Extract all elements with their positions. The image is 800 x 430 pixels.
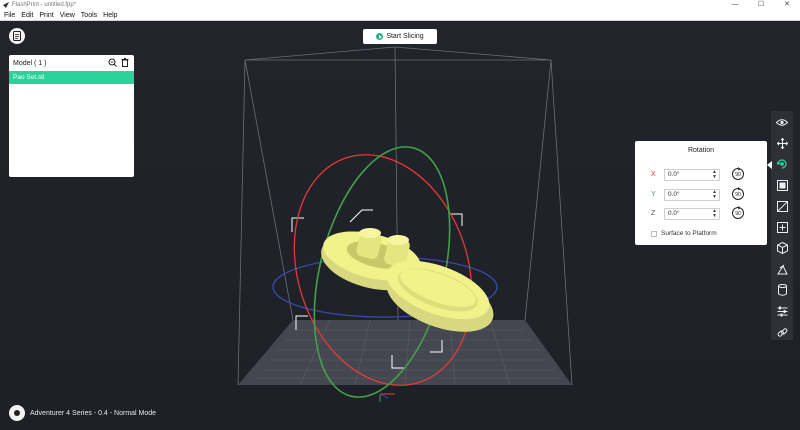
printer-icon[interactable] xyxy=(9,405,25,421)
cylinder-tool-button[interactable] xyxy=(774,282,790,298)
cube-tool-button[interactable] xyxy=(774,240,790,256)
cube-icon xyxy=(776,242,788,254)
rotate-90-x-button[interactable]: 90 xyxy=(731,167,745,181)
rotate-tool-button[interactable] xyxy=(767,156,790,172)
document-icon xyxy=(13,31,21,41)
rotation-row-x: X 0.0° ▲ ▼ 90 xyxy=(635,167,767,181)
printer-status-text: Adventurer 4 Series - 0.4 - Normal Mode xyxy=(30,409,157,417)
window-title: FlashPrint - untitled.fpp* xyxy=(12,2,77,8)
rotation-x-input[interactable]: 0.0° ▲ ▼ xyxy=(664,169,720,181)
rotation-z-input[interactable]: 0.0° ▲ ▼ xyxy=(664,208,720,220)
rotate-icon xyxy=(776,159,787,169)
play-icon xyxy=(376,33,384,40)
rotation-title: Rotation xyxy=(687,147,715,154)
menu-view[interactable]: View xyxy=(60,12,75,19)
model-list-header: Model ( 1 ) xyxy=(9,55,134,71)
axis-label-y: Y xyxy=(651,191,656,198)
axis-label-z: Z xyxy=(651,210,656,217)
spinner-icon[interactable]: ▲ ▼ xyxy=(712,209,717,219)
rotation-y-input[interactable]: 0.0° ▲ ▼ xyxy=(664,189,720,201)
surface-to-platform-checkbox[interactable] xyxy=(651,230,657,237)
svg-text:90: 90 xyxy=(735,211,741,217)
rotation-panel: Rotation X 0.0° ▲ ▼ 90 Y 0.0° ▲ ▼ 90 Z 0.0° ▲… xyxy=(635,141,767,245)
rotate-90-z-button[interactable]: 90 xyxy=(731,206,745,220)
view-tool-button[interactable] xyxy=(774,114,790,130)
origin-axes xyxy=(379,393,395,402)
link-icon xyxy=(777,327,787,337)
add-part-tool-button[interactable] xyxy=(774,219,790,235)
support-tool-button[interactable] xyxy=(774,261,790,277)
model-list-item[interactable]: Pao Set.stl xyxy=(9,71,134,84)
settings-sliders-icon xyxy=(777,306,787,316)
eye-icon xyxy=(776,118,788,126)
model-item-name: Pao Set.stl xyxy=(13,74,45,81)
close-button[interactable]: ✕ xyxy=(774,0,800,10)
cut-tool-button[interactable] xyxy=(774,198,790,214)
menu-print[interactable]: Print xyxy=(39,12,53,19)
scale-icon xyxy=(776,179,788,191)
surface-to-platform-option[interactable]: Surface to Platform xyxy=(651,230,717,237)
menu-bar: File Edit Print View Tools Help xyxy=(0,10,800,21)
start-slicing-label: Start Slicing xyxy=(386,33,424,40)
model-list-title: Model ( 1 ) xyxy=(13,59,47,67)
menu-tools[interactable]: Tools xyxy=(81,12,97,19)
maximize-button[interactable]: ☐ xyxy=(748,0,774,10)
menu-edit[interactable]: Edit xyxy=(21,12,33,19)
spinner-icon[interactable]: ▲ ▼ xyxy=(712,190,717,200)
settings-tool-button[interactable] xyxy=(774,303,790,319)
surface-to-platform-label: Surface to Platform xyxy=(661,230,717,237)
right-toolbar xyxy=(767,111,793,340)
axis-label-x: X xyxy=(651,171,656,178)
scale-tool-button[interactable] xyxy=(774,177,790,193)
spinner-icon[interactable]: ▲ ▼ xyxy=(712,170,717,180)
model-list-panel: Model ( 1 ) Pao Set.stl xyxy=(9,55,134,177)
menu-help[interactable]: Help xyxy=(103,12,117,19)
duplicate-icon[interactable] xyxy=(108,58,117,67)
menu-file[interactable]: File xyxy=(4,12,15,19)
svg-text:90: 90 xyxy=(735,172,741,178)
rotation-row-y: Y 0.0° ▲ ▼ 90 xyxy=(635,187,767,201)
app-logo-icon xyxy=(3,2,9,8)
rotation-row-z: Z 0.0° ▲ ▼ 90 xyxy=(635,206,767,220)
status-bar: Adventurer 4 Series - 0.4 - Normal Mode xyxy=(9,405,156,421)
add-part-icon xyxy=(776,221,788,233)
rotate-90-y-button[interactable]: 90 xyxy=(731,187,745,201)
minimize-button[interactable]: — xyxy=(722,0,748,10)
start-slicing-button[interactable]: Start Slicing xyxy=(363,29,437,44)
cut-icon xyxy=(776,200,788,212)
move-icon xyxy=(776,137,788,149)
link-tool-button[interactable] xyxy=(774,324,790,340)
window-controls: — ☐ ✕ xyxy=(722,0,800,10)
move-tool-button[interactable] xyxy=(774,135,790,151)
trash-icon[interactable] xyxy=(121,58,129,67)
svg-text:90: 90 xyxy=(735,192,741,198)
support-icon xyxy=(776,264,788,274)
cylinder-icon xyxy=(777,284,787,296)
title-bar: FlashPrint - untitled.fpp* — ☐ ✕ xyxy=(0,0,800,10)
file-list-button[interactable] xyxy=(9,28,25,44)
